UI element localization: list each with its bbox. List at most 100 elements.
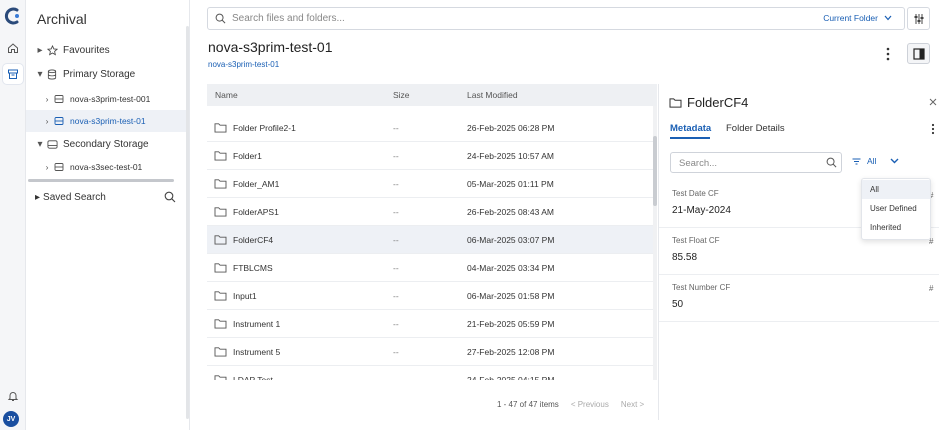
chevron-right-icon[interactable]: › bbox=[42, 94, 52, 104]
chevron-right-icon[interactable]: ▸ bbox=[35, 45, 45, 56]
bell-icon[interactable] bbox=[3, 386, 23, 406]
details-panel: FolderCF4 Metadata Folder Details Search… bbox=[658, 84, 940, 420]
chevron-down-icon bbox=[884, 15, 892, 21]
table-row[interactable]: LDAP Test -- 24-Feb-2025 04:15 PM bbox=[207, 366, 653, 380]
filter-icon bbox=[852, 158, 861, 164]
chevron-down-icon[interactable]: ▾ bbox=[35, 139, 45, 150]
sidebar-item-label: Primary Storage bbox=[63, 68, 136, 80]
bucket-icon bbox=[52, 162, 66, 172]
sidebar: Archival ▸ Favourites ▾ Primary Storage … bbox=[26, 0, 190, 430]
sidebar-item-label: Secondary Storage bbox=[63, 138, 149, 150]
row-size: -- bbox=[393, 235, 399, 245]
sidebar-item-label: nova-s3prim-test-001 bbox=[70, 94, 151, 104]
table-row[interactable]: Instrument 1 -- 21-Feb-2025 05:59 PM bbox=[207, 310, 653, 338]
app-rail: JV bbox=[0, 0, 26, 430]
folder-icon bbox=[214, 374, 227, 380]
row-size: -- bbox=[393, 319, 399, 329]
folder-icon bbox=[214, 346, 227, 359]
table-row[interactable]: FolderCF4 -- 06-Mar-2025 03:07 PM bbox=[207, 226, 653, 254]
row-modified: 24-Feb-2025 10:57 AM bbox=[467, 151, 554, 161]
metadata-field-value: 21-May-2024 bbox=[672, 205, 731, 216]
tab-folder-details[interactable]: Folder Details bbox=[726, 123, 785, 134]
chevron-down-icon[interactable]: ▾ bbox=[35, 69, 45, 80]
more-options-icon[interactable] bbox=[931, 123, 935, 138]
archive-icon[interactable] bbox=[3, 64, 23, 84]
row-name: Folder1 bbox=[233, 151, 262, 161]
sidebar-item-bucket[interactable]: › nova-s3sec-test-01 bbox=[26, 156, 186, 178]
table-row[interactable]: Instrument 5 -- 27-Feb-2025 12:08 PM bbox=[207, 338, 653, 366]
folder-icon bbox=[214, 122, 227, 135]
metadata-field-value: 50 bbox=[672, 299, 684, 310]
table-row[interactable]: Input1 -- 06-Mar-2025 01:58 PM bbox=[207, 282, 653, 310]
folder-icon bbox=[669, 98, 682, 108]
sidebar-item-saved-search[interactable]: ▸ Saved Search bbox=[26, 186, 186, 208]
column-header-modified[interactable]: Last Modified bbox=[467, 90, 518, 100]
row-size: -- bbox=[393, 291, 399, 301]
row-size: -- bbox=[393, 179, 399, 189]
breadcrumb[interactable]: nova-s3prim-test-01 bbox=[208, 60, 279, 69]
column-header-size[interactable]: Size bbox=[393, 90, 410, 100]
file-table: Name Size Last Modified Folder Profile2-… bbox=[207, 84, 657, 420]
row-name: FolderAPS1 bbox=[233, 207, 279, 217]
chevron-right-icon[interactable]: › bbox=[42, 116, 52, 126]
column-header-name[interactable]: Name bbox=[215, 90, 238, 100]
table-header: Name Size Last Modified bbox=[207, 84, 657, 106]
avatar[interactable]: JV bbox=[3, 411, 19, 427]
sidebar-item-label: nova-s3prim-test-01 bbox=[70, 116, 146, 126]
tab-metadata[interactable]: Metadata bbox=[670, 123, 711, 134]
metadata-search-input[interactable]: Search... bbox=[670, 152, 842, 173]
metadata-field-label: Test Float CF bbox=[672, 236, 720, 245]
sidebar-item-secondary-storage[interactable]: ▾ Secondary Storage bbox=[26, 133, 186, 155]
row-name: Folder_AM1 bbox=[233, 179, 280, 189]
metadata-field: Test Number CF 50 # bbox=[659, 275, 939, 322]
table-row[interactable]: Folder Profile2-1 -- 26-Feb-2025 06:28 PM bbox=[207, 114, 653, 142]
search-icon bbox=[215, 13, 226, 24]
row-name: Instrument 1 bbox=[233, 319, 281, 329]
more-options-icon[interactable] bbox=[882, 46, 894, 62]
home-icon[interactable] bbox=[3, 38, 23, 58]
chevron-right-icon[interactable]: ▸ bbox=[35, 192, 40, 203]
table-row[interactable]: FTBLCMS -- 04-Mar-2025 03:34 PM bbox=[207, 254, 653, 282]
filter-option-user-defined[interactable]: User Defined bbox=[862, 199, 930, 218]
folder-icon bbox=[214, 262, 227, 275]
row-modified: 04-Mar-2025 03:34 PM bbox=[467, 263, 555, 273]
search-scope-select[interactable]: Current Folder bbox=[823, 13, 892, 23]
chevron-right-icon[interactable]: › bbox=[42, 162, 52, 172]
bucket-icon bbox=[52, 116, 66, 126]
filter-settings-button[interactable] bbox=[907, 7, 930, 30]
search-icon[interactable] bbox=[164, 191, 176, 206]
chevron-down-icon bbox=[890, 158, 899, 164]
sliders-icon bbox=[914, 13, 923, 24]
search-input[interactable]: Search files and folders... Current Fold… bbox=[207, 7, 905, 30]
row-modified: 21-Feb-2025 05:59 PM bbox=[467, 319, 555, 329]
table-row[interactable]: Folder1 -- 24-Feb-2025 10:57 AM bbox=[207, 142, 653, 170]
filter-option-all[interactable]: All bbox=[862, 180, 930, 199]
row-size: -- bbox=[393, 263, 399, 273]
next-page-button[interactable]: Next > bbox=[621, 400, 644, 409]
close-icon[interactable] bbox=[929, 97, 937, 109]
logo-icon[interactable] bbox=[4, 7, 22, 25]
sidebar-item-bucket-selected[interactable]: › nova-s3prim-test-01 bbox=[26, 110, 186, 132]
folder-icon bbox=[214, 234, 227, 247]
scrollbar-thumb[interactable] bbox=[653, 136, 657, 206]
filter-option-inherited[interactable]: Inherited bbox=[862, 218, 930, 237]
metadata-filter-select[interactable]: All bbox=[852, 156, 899, 166]
row-name: FolderCF4 bbox=[233, 235, 274, 245]
sidebar-item-favourites[interactable]: ▸ Favourites bbox=[26, 39, 186, 61]
sidebar-horizontal-scrollbar[interactable] bbox=[28, 179, 174, 182]
sidebar-item-primary-storage[interactable]: ▾ Primary Storage bbox=[26, 63, 186, 85]
table-vertical-scrollbar[interactable] bbox=[653, 106, 657, 380]
metadata-filter-value: All bbox=[867, 156, 877, 166]
metadata-field-value: 85.58 bbox=[672, 252, 698, 263]
pagination: 1 - 47 of 47 items < Previous Next > bbox=[497, 400, 644, 409]
table-row[interactable]: Folder_AM1 -- 05-Mar-2025 01:11 PM bbox=[207, 170, 653, 198]
folder-icon bbox=[214, 318, 227, 331]
metadata-field-label: Test Number CF bbox=[672, 283, 731, 292]
sidebar-vertical-scrollbar[interactable] bbox=[186, 26, 189, 419]
table-row[interactable]: FolderAPS1 -- 26-Feb-2025 08:43 AM bbox=[207, 198, 653, 226]
details-panel-toggle-button[interactable] bbox=[907, 43, 930, 64]
sidebar-item-bucket[interactable]: › nova-s3prim-test-001 bbox=[26, 88, 186, 110]
search-icon[interactable] bbox=[826, 157, 837, 171]
previous-page-button[interactable]: < Previous bbox=[571, 400, 609, 409]
row-modified: 06-Mar-2025 01:58 PM bbox=[467, 291, 555, 301]
